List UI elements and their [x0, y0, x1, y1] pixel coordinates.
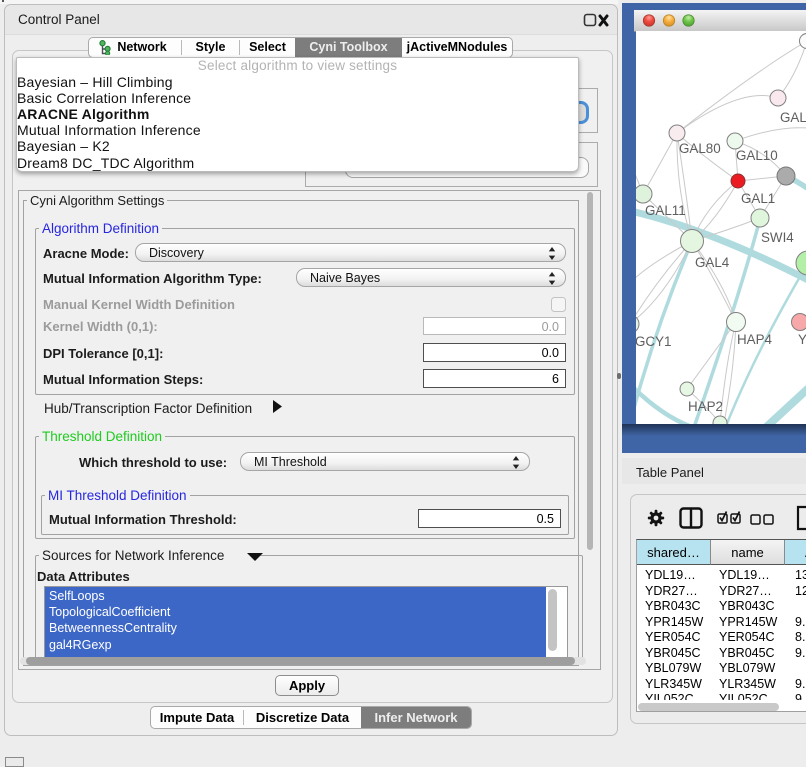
- svg-text:GAL80: GAL80: [679, 141, 721, 156]
- svg-text:GAL4: GAL4: [695, 255, 730, 270]
- svg-text:GAL11: GAL11: [645, 203, 686, 218]
- svg-text:SWI4: SWI4: [761, 230, 794, 245]
- svg-text:HAP2: HAP2: [688, 399, 723, 414]
- svg-text:GAL1: GAL1: [741, 191, 775, 206]
- svg-text:GCY1: GCY1: [636, 334, 671, 349]
- svg-text:GAL10: GAL10: [736, 148, 778, 163]
- svg-text:GAL: GAL: [780, 110, 806, 125]
- svg-text:HAP4: HAP4: [737, 332, 773, 347]
- svg-text:Y: Y: [798, 332, 806, 347]
